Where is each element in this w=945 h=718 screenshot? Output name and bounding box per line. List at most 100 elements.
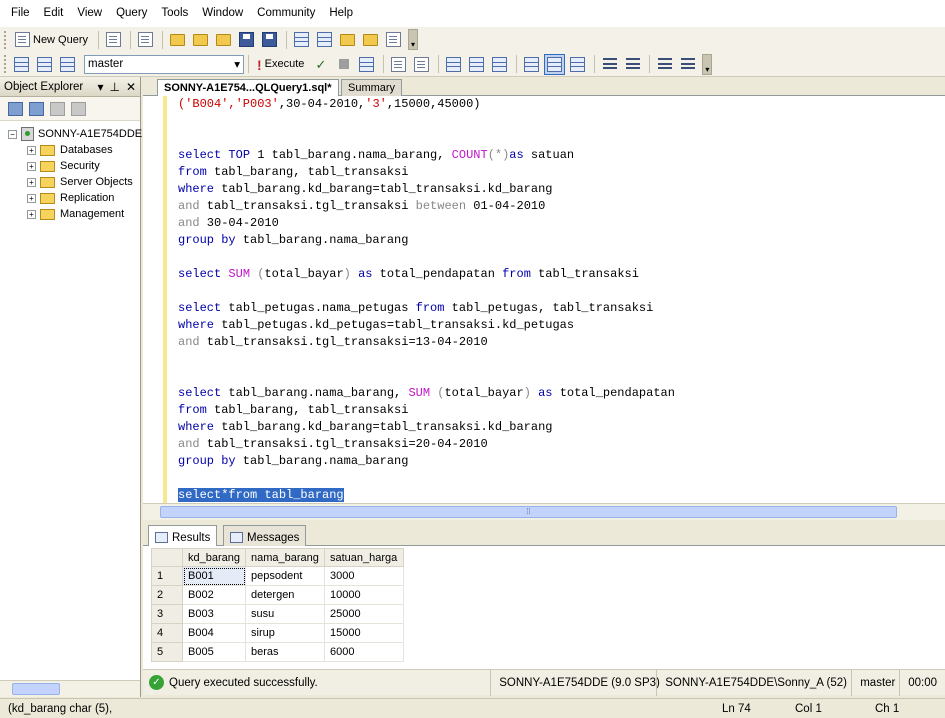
filter-icon[interactable] — [71, 101, 86, 116]
tree-item-management[interactable]: + Management — [0, 206, 140, 222]
tab-summary[interactable]: Summary — [341, 79, 403, 96]
tree-server-node[interactable]: − SONNY-A1E754DDE — [0, 126, 142, 142]
menu-community[interactable]: Community — [250, 0, 322, 27]
code-line[interactable]: and tabl_transaksi.tgl_transaksi between… — [178, 198, 675, 215]
row-number[interactable]: 1 — [151, 566, 183, 586]
object-explorer-scrollbar[interactable] — [0, 680, 140, 697]
toolbar-overflow-chevron[interactable]: ▾ — [408, 29, 419, 50]
code-line[interactable]: select tabl_barang.nama_barang, SUM (tot… — [178, 385, 675, 402]
include-plan-button[interactable] — [443, 54, 464, 75]
display-plan-button[interactable] — [356, 54, 377, 75]
code-line[interactable] — [178, 113, 675, 130]
menu-tools[interactable]: Tools — [154, 0, 195, 27]
table-row[interactable]: 5 B005 beras 6000 — [151, 642, 404, 662]
code-line[interactable]: select*from tabl_barang — [178, 487, 675, 503]
database-engine-query-button[interactable] — [103, 29, 124, 50]
expand-icon[interactable]: + — [27, 177, 36, 187]
open-file-button[interactable] — [167, 29, 188, 50]
code-area[interactable]: ('B004','P003',30-04-2010,'3',15000,4500… — [178, 96, 675, 503]
results-to-grid-active-button[interactable] — [544, 53, 566, 75]
results-to-grid-button[interactable] — [521, 54, 542, 75]
code-line[interactable] — [178, 470, 675, 487]
menu-edit[interactable]: Edit — [37, 0, 71, 27]
table-cell[interactable]: 25000 — [324, 604, 404, 624]
menu-query[interactable]: Query — [109, 0, 154, 27]
row-number[interactable]: 3 — [151, 604, 183, 624]
open-project-button[interactable] — [190, 29, 211, 50]
code-line[interactable]: where tabl_petugas.kd_petugas=tabl_trans… — [178, 317, 675, 334]
expand-icon[interactable]: + — [27, 161, 36, 171]
code-line[interactable]: from tabl_barang, tabl_transaksi — [178, 164, 675, 181]
table-cell[interactable]: 15000 — [324, 623, 404, 643]
template-explorer-button[interactable] — [337, 29, 358, 50]
new-query-button[interactable]: New Query — [11, 29, 92, 50]
row-number-header[interactable] — [151, 548, 183, 567]
menu-help[interactable]: Help — [322, 0, 360, 27]
expand-icon[interactable]: + — [27, 193, 36, 203]
code-line[interactable] — [178, 130, 675, 147]
save-all-button[interactable] — [259, 29, 280, 50]
menu-window[interactable]: Window — [195, 0, 250, 27]
table-cell[interactable]: B004 — [182, 623, 246, 643]
parse-button[interactable]: ✓ — [310, 54, 331, 75]
table-cell[interactable]: B001 — [182, 566, 246, 586]
table-row[interactable]: 2 B002 detergen 10000 — [151, 585, 404, 605]
new-file-button[interactable] — [135, 29, 156, 50]
expand-icon[interactable]: + — [27, 145, 36, 155]
toolbar-overflow-chevron[interactable]: ▾ — [702, 53, 713, 75]
expand-icon[interactable]: + — [27, 209, 36, 219]
uncomment-button[interactable] — [622, 54, 643, 75]
code-line[interactable]: ('B004','P003',30-04-2010,'3',15000,4500… — [178, 96, 675, 113]
include-statistics-button[interactable] — [466, 54, 487, 75]
table-cell[interactable]: B002 — [182, 585, 246, 605]
row-number[interactable]: 2 — [151, 585, 183, 605]
tree-item-replication[interactable]: + Replication — [0, 190, 140, 206]
code-line[interactable]: and 30-04-2010 — [178, 215, 675, 232]
tab-results[interactable]: Results — [148, 525, 218, 546]
menu-view[interactable]: View — [70, 0, 109, 27]
query-editor[interactable]: ('B004','P003',30-04-2010,'3',15000,4500… — [143, 96, 945, 503]
results-to-file-button[interactable] — [567, 54, 588, 75]
code-line[interactable]: group by tabl_barang.nama_barang — [178, 232, 675, 249]
table-cell[interactable]: 3000 — [324, 566, 404, 586]
solution-explorer-button[interactable] — [360, 29, 381, 50]
decrease-indent-button[interactable] — [654, 54, 675, 75]
disconnect-icon[interactable] — [29, 101, 44, 116]
stop-icon[interactable] — [50, 101, 65, 116]
connect-button[interactable] — [11, 54, 32, 75]
tree-item-server-objects[interactable]: + Server Objects — [0, 174, 140, 190]
results-grid[interactable]: kd_barang nama_barang satuan_harga 1 B00… — [151, 548, 404, 662]
code-line[interactable]: and tabl_transaksi.tgl_transaksi=20-04-2… — [178, 436, 675, 453]
code-line[interactable]: group by tabl_barang.nama_barang — [178, 453, 675, 470]
database-select[interactable]: master ▾ — [84, 54, 244, 74]
registered-servers-button[interactable] — [291, 29, 312, 50]
scrollbar-thumb[interactable] — [12, 683, 60, 695]
code-line[interactable] — [178, 368, 675, 385]
code-line[interactable]: select TOP 1 tabl_barang.nama_barang, CO… — [178, 147, 675, 164]
code-line[interactable] — [178, 351, 675, 368]
pin-icon[interactable]: ⊥ — [109, 80, 119, 94]
row-number[interactable]: 5 — [151, 642, 183, 662]
tab-query[interactable]: SONNY-A1E754...QLQuery1.sql* — [157, 79, 339, 96]
toolbar-grip[interactable] — [4, 30, 7, 49]
table-cell[interactable]: detergen — [245, 585, 325, 605]
column-header[interactable]: kd_barang — [182, 548, 246, 567]
toolbar-grip[interactable] — [4, 55, 7, 73]
tree-item-databases[interactable]: + Databases — [0, 142, 140, 158]
tree-item-security[interactable]: + Security — [0, 158, 140, 174]
object-explorer-button[interactable] — [314, 29, 335, 50]
cancel-query-button[interactable] — [333, 54, 354, 75]
disconnect-button[interactable] — [34, 54, 55, 75]
specify-values-button[interactable] — [411, 54, 432, 75]
column-header[interactable]: satuan_harga — [324, 548, 404, 567]
code-line[interactable] — [178, 283, 675, 300]
results-to-text-button[interactable] — [489, 54, 510, 75]
table-cell[interactable]: 10000 — [324, 585, 404, 605]
table-cell[interactable]: 6000 — [324, 642, 404, 662]
code-line[interactable]: and tabl_transaksi.tgl_transaksi=13-04-2… — [178, 334, 675, 351]
code-line[interactable]: from tabl_barang, tabl_transaksi — [178, 402, 675, 419]
table-cell[interactable]: sirup — [245, 623, 325, 643]
increase-indent-button[interactable] — [677, 54, 698, 75]
menu-file[interactable]: File — [4, 0, 37, 27]
code-line[interactable]: where tabl_barang.kd_barang=tabl_transak… — [178, 419, 675, 436]
